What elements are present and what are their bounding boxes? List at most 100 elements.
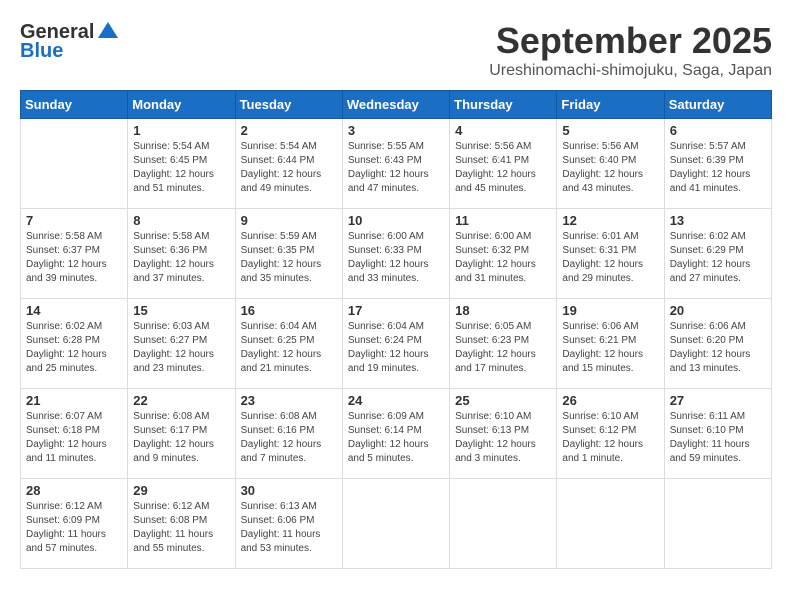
calendar-cell: 6 Sunrise: 5:57 AM Sunset: 6:39 PM Daylig…: [664, 119, 771, 209]
calendar-cell: [21, 119, 128, 209]
day-number: 19: [562, 303, 658, 318]
day-number: 24: [348, 393, 444, 408]
day-of-week-header: Sunday: [21, 91, 128, 119]
calendar-cell: [342, 479, 449, 569]
day-number: 23: [241, 393, 337, 408]
calendar-cell: 2 Sunrise: 5:54 AM Sunset: 6:44 PM Daylig…: [235, 119, 342, 209]
calendar-header: SundayMondayTuesdayWednesdayThursdayFrid…: [21, 91, 772, 119]
calendar-cell: 18 Sunrise: 6:05 AM Sunset: 6:23 PM Dayli…: [450, 299, 557, 389]
day-info: Sunrise: 5:56 AM Sunset: 6:40 PM Dayligh…: [562, 140, 658, 196]
day-number: 22: [133, 393, 229, 408]
calendar-cell: 10 Sunrise: 6:00 AM Sunset: 6:33 PM Dayli…: [342, 209, 449, 299]
calendar-table: SundayMondayTuesdayWednesdayThursdayFrid…: [20, 90, 772, 569]
day-info: Sunrise: 6:13 AM Sunset: 6:06 PM Dayligh…: [241, 500, 337, 556]
calendar-week-row: 21 Sunrise: 6:07 AM Sunset: 6:18 PM Dayli…: [21, 389, 772, 479]
day-info: Sunrise: 5:58 AM Sunset: 6:37 PM Dayligh…: [26, 230, 122, 286]
day-number: 13: [670, 213, 766, 228]
day-number: 30: [241, 483, 337, 498]
day-info: Sunrise: 6:06 AM Sunset: 6:21 PM Dayligh…: [562, 320, 658, 376]
day-number: 6: [670, 123, 766, 138]
day-of-week-header: Wednesday: [342, 91, 449, 119]
calendar-cell: 22Sunrise: 6:08 AM Sunset: 6:17 PM Dayli…: [128, 389, 235, 479]
calendar-cell: 5Sunrise: 5:56 AM Sunset: 6:40 PM Daylig…: [557, 119, 664, 209]
page-header: General Blue September 2025 Ureshinomach…: [20, 20, 772, 80]
calendar-cell: [450, 479, 557, 569]
logo-icon: [96, 20, 120, 44]
day-info: Sunrise: 5:54 AM Sunset: 6:45 PM Dayligh…: [133, 140, 229, 196]
day-number: 14: [26, 303, 122, 318]
calendar-cell: 13 Sunrise: 6:02 AM Sunset: 6:29 PM Dayli…: [664, 209, 771, 299]
day-info: Sunrise: 5:57 AM Sunset: 6:39 PM Dayligh…: [670, 140, 766, 196]
calendar-cell: 4Sunrise: 5:56 AM Sunset: 6:41 PM Daylig…: [450, 119, 557, 209]
day-of-week-header: Tuesday: [235, 91, 342, 119]
day-number: 10: [348, 213, 444, 228]
day-number: 28: [26, 483, 122, 498]
calendar-cell: 23 Sunrise: 6:08 AM Sunset: 6:16 PM Dayli…: [235, 389, 342, 479]
month-title: September 2025: [489, 20, 772, 62]
day-info: Sunrise: 6:09 AM Sunset: 6:14 PM Dayligh…: [348, 410, 444, 466]
calendar-cell: 15 Sunrise: 6:03 AM Sunset: 6:27 PM Dayli…: [128, 299, 235, 389]
day-info: Sunrise: 6:00 AM Sunset: 6:32 PM Dayligh…: [455, 230, 551, 286]
calendar-cell: 25 Sunrise: 6:10 AM Sunset: 6:13 PM Dayli…: [450, 389, 557, 479]
calendar-cell: [557, 479, 664, 569]
day-of-week-header: Saturday: [664, 91, 771, 119]
day-number: 11: [455, 213, 551, 228]
calendar-body: 1 Sunrise: 5:54 AM Sunset: 6:45 PM Daylig…: [21, 119, 772, 569]
day-number: 29: [133, 483, 229, 498]
calendar-week-row: 1 Sunrise: 5:54 AM Sunset: 6:45 PM Daylig…: [21, 119, 772, 209]
day-number: 21: [26, 393, 122, 408]
day-info: Sunrise: 6:07 AM Sunset: 6:18 PM Dayligh…: [26, 410, 122, 466]
day-number: 25: [455, 393, 551, 408]
day-number: 3: [348, 123, 444, 138]
calendar-cell: 21 Sunrise: 6:07 AM Sunset: 6:18 PM Dayli…: [21, 389, 128, 479]
day-of-week-header: Thursday: [450, 91, 557, 119]
calendar-cell: 12 Sunrise: 6:01 AM Sunset: 6:31 PM Dayli…: [557, 209, 664, 299]
day-number: 2: [241, 123, 337, 138]
day-number: 16: [241, 303, 337, 318]
calendar-cell: 30 Sunrise: 6:13 AM Sunset: 6:06 PM Dayli…: [235, 479, 342, 569]
day-info: Sunrise: 5:58 AM Sunset: 6:36 PM Dayligh…: [133, 230, 229, 286]
calendar-cell: 17Sunrise: 6:04 AM Sunset: 6:24 PM Dayli…: [342, 299, 449, 389]
calendar-cell: 27 Sunrise: 6:11 AM Sunset: 6:10 PM Dayli…: [664, 389, 771, 479]
day-number: 9: [241, 213, 337, 228]
calendar-week-row: 7Sunrise: 5:58 AM Sunset: 6:37 PM Daylig…: [21, 209, 772, 299]
calendar-cell: 9 Sunrise: 5:59 AM Sunset: 6:35 PM Daylig…: [235, 209, 342, 299]
calendar-cell: 14 Sunrise: 6:02 AM Sunset: 6:28 PM Dayli…: [21, 299, 128, 389]
day-number: 18: [455, 303, 551, 318]
calendar-cell: 28Sunrise: 6:12 AM Sunset: 6:09 PM Dayli…: [21, 479, 128, 569]
title-section: September 2025 Ureshinomachi-shimojuku, …: [489, 20, 772, 80]
calendar-cell: 24 Sunrise: 6:09 AM Sunset: 6:14 PM Dayli…: [342, 389, 449, 479]
day-number: 8: [133, 213, 229, 228]
logo: General Blue: [20, 20, 120, 63]
calendar-cell: 19 Sunrise: 6:06 AM Sunset: 6:21 PM Dayli…: [557, 299, 664, 389]
calendar-cell: [664, 479, 771, 569]
day-info: Sunrise: 5:55 AM Sunset: 6:43 PM Dayligh…: [348, 140, 444, 196]
day-info: Sunrise: 6:01 AM Sunset: 6:31 PM Dayligh…: [562, 230, 658, 286]
day-of-week-header: Friday: [557, 91, 664, 119]
logo-blue-text: Blue: [20, 40, 63, 63]
day-info: Sunrise: 5:59 AM Sunset: 6:35 PM Dayligh…: [241, 230, 337, 286]
calendar-week-row: 28Sunrise: 6:12 AM Sunset: 6:09 PM Dayli…: [21, 479, 772, 569]
day-info: Sunrise: 6:02 AM Sunset: 6:28 PM Dayligh…: [26, 320, 122, 376]
day-info: Sunrise: 6:04 AM Sunset: 6:25 PM Dayligh…: [241, 320, 337, 376]
calendar-cell: 26Sunrise: 6:10 AM Sunset: 6:12 PM Dayli…: [557, 389, 664, 479]
day-info: Sunrise: 6:05 AM Sunset: 6:23 PM Dayligh…: [455, 320, 551, 376]
day-info: Sunrise: 6:02 AM Sunset: 6:29 PM Dayligh…: [670, 230, 766, 286]
day-number: 4: [455, 123, 551, 138]
day-number: 17: [348, 303, 444, 318]
day-info: Sunrise: 6:03 AM Sunset: 6:27 PM Dayligh…: [133, 320, 229, 376]
days-of-week-row: SundayMondayTuesdayWednesdayThursdayFrid…: [21, 91, 772, 119]
calendar-cell: 11 Sunrise: 6:00 AM Sunset: 6:32 PM Dayli…: [450, 209, 557, 299]
day-info: Sunrise: 6:11 AM Sunset: 6:10 PM Dayligh…: [670, 410, 766, 466]
day-info: Sunrise: 6:08 AM Sunset: 6:16 PM Dayligh…: [241, 410, 337, 466]
day-info: Sunrise: 6:00 AM Sunset: 6:33 PM Dayligh…: [348, 230, 444, 286]
calendar-week-row: 14 Sunrise: 6:02 AM Sunset: 6:28 PM Dayli…: [21, 299, 772, 389]
day-number: 15: [133, 303, 229, 318]
day-number: 20: [670, 303, 766, 318]
day-number: 27: [670, 393, 766, 408]
calendar-cell: 1 Sunrise: 5:54 AM Sunset: 6:45 PM Daylig…: [128, 119, 235, 209]
day-number: 1: [133, 123, 229, 138]
day-number: 12: [562, 213, 658, 228]
day-info: Sunrise: 5:54 AM Sunset: 6:44 PM Dayligh…: [241, 140, 337, 196]
day-info: Sunrise: 6:10 AM Sunset: 6:13 PM Dayligh…: [455, 410, 551, 466]
